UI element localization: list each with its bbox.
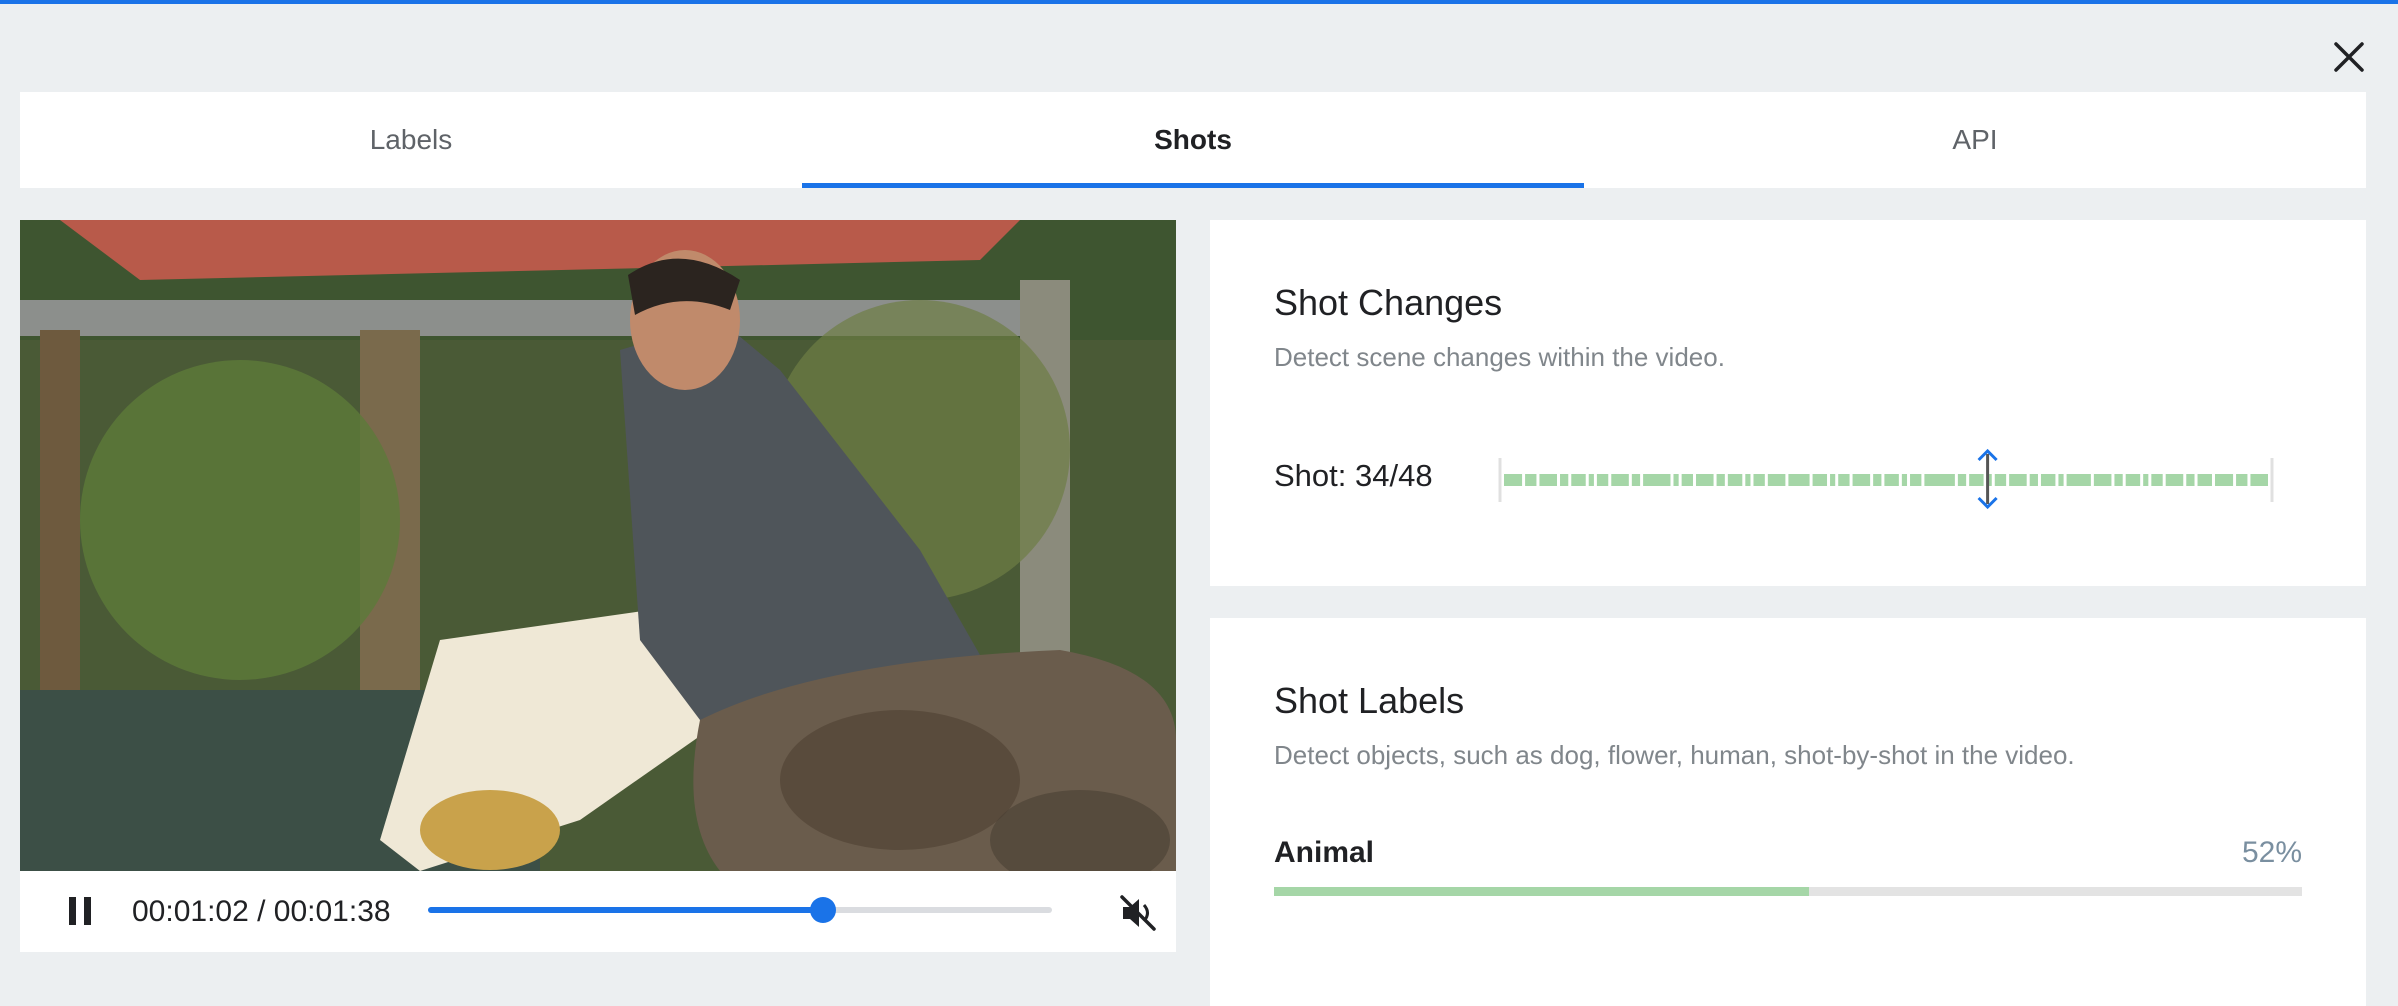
shot-segment: [1852, 474, 1871, 486]
seek-bar[interactable]: [428, 897, 1052, 923]
shot-timeline[interactable]: [1498, 446, 2274, 512]
shot-segment: [1631, 474, 1641, 486]
close-icon: [2334, 42, 2364, 72]
seek-bar-thumb[interactable]: [809, 897, 836, 923]
pause-icon: [69, 897, 91, 925]
shot-segment: [1910, 474, 1922, 486]
shot-segment: [2009, 474, 2027, 486]
shot-segment: [1727, 474, 1743, 486]
shot-segment: [2214, 474, 2234, 486]
shot-segment: [1924, 474, 1955, 486]
label-item-percent: 52%: [2241, 836, 2302, 869]
video-player: 00:01:02 / 00:01:38: [20, 220, 1176, 952]
shot-segment: [1745, 474, 1751, 486]
shot-segment: [2125, 474, 2141, 486]
shot-segment: [2029, 474, 2038, 486]
shot-segment: [2186, 474, 2195, 486]
label-confidence-fill: [1274, 887, 1809, 896]
shot-changes-card: Shot Changes Detect scene changes within…: [1210, 220, 2366, 586]
shot-segment: [1901, 474, 1908, 486]
shot-labels-description: Detect objects, such as dog, flower, hum…: [1274, 740, 2075, 770]
shot-counter: Shot: 34/48: [1274, 458, 1433, 493]
shot-segment: [1681, 474, 1693, 486]
shot-labels-title: Shot Labels: [1274, 680, 1465, 721]
shot-segment: [1873, 474, 1882, 486]
shot-segment: [1838, 474, 1850, 486]
tab-api[interactable]: API: [1584, 92, 2366, 188]
shot-segment: [2093, 474, 2112, 486]
shot-segment: [1884, 474, 1899, 486]
tab-shots[interactable]: Shots: [802, 92, 1584, 188]
shot-segment: [1753, 474, 1765, 486]
shot-changes-description: Detect scene changes within the video.: [1274, 342, 1725, 372]
shot-segment: [2236, 474, 2248, 486]
shot-segment: [2165, 474, 2184, 486]
shot-segment: [1504, 474, 1523, 486]
tab-bar: Labels Shots API: [20, 92, 2366, 188]
shot-segment: [1560, 474, 1569, 486]
shot-segment: [1788, 474, 1810, 486]
shot-segment: [1957, 474, 1967, 486]
shot-segment: [1611, 474, 1629, 486]
shot-segment: [2250, 474, 2268, 486]
seek-bar-fill: [428, 907, 823, 913]
time-readout: 00:01:02 / 00:01:38: [132, 895, 391, 928]
shot-segments: [1504, 474, 2268, 486]
shot-changes-title: Shot Changes: [1274, 282, 1503, 323]
close-button[interactable]: [2320, 28, 2378, 86]
shot-segment: [1969, 474, 1984, 486]
shot-segment: [1539, 474, 1558, 486]
tab-labels[interactable]: Labels: [20, 92, 802, 188]
shot-segment: [2040, 474, 2056, 486]
shot-segment: [1830, 474, 1836, 486]
shot-segment: [2066, 474, 2091, 486]
shot-labels-card: Shot Labels Detect objects, such as dog,…: [1210, 618, 2366, 1006]
shot-segment: [2143, 474, 2149, 486]
shot-segment: [1716, 474, 1725, 486]
shot-segment: [2114, 474, 2123, 486]
label-item-name: Animal: [1274, 836, 1375, 869]
top-accent-bar: [0, 0, 2398, 4]
shot-segment: [1673, 474, 1679, 486]
shot-segment: [2058, 474, 2064, 486]
volume-off-icon: [1120, 895, 1156, 931]
tab-api-label: API: [1952, 124, 1998, 155]
video-frame[interactable]: [20, 220, 1176, 871]
shot-segment: [1696, 474, 1714, 486]
shot-segment: [1643, 474, 1671, 486]
shot-segment: [1994, 474, 2007, 486]
tab-shots-label: Shots: [1154, 124, 1232, 155]
tab-labels-label: Labels: [369, 124, 453, 155]
pause-button[interactable]: [60, 891, 100, 931]
shot-segment: [2197, 474, 2212, 486]
shot-segment: [1812, 474, 1828, 486]
label-confidence-bar: [1274, 887, 2302, 896]
mute-button[interactable]: [1116, 891, 1160, 935]
video-scene-image: [20, 220, 1176, 871]
shot-segment: [1596, 474, 1609, 486]
shot-segment: [1571, 474, 1586, 486]
shot-segment: [1588, 474, 1594, 486]
shot-timeline-graphic: [1498, 448, 2274, 510]
shot-segment: [1525, 474, 1537, 486]
shot-segment: [1767, 474, 1786, 486]
player-controls: 00:01:02 / 00:01:38: [20, 871, 1176, 952]
shot-segment: [2151, 474, 2163, 486]
